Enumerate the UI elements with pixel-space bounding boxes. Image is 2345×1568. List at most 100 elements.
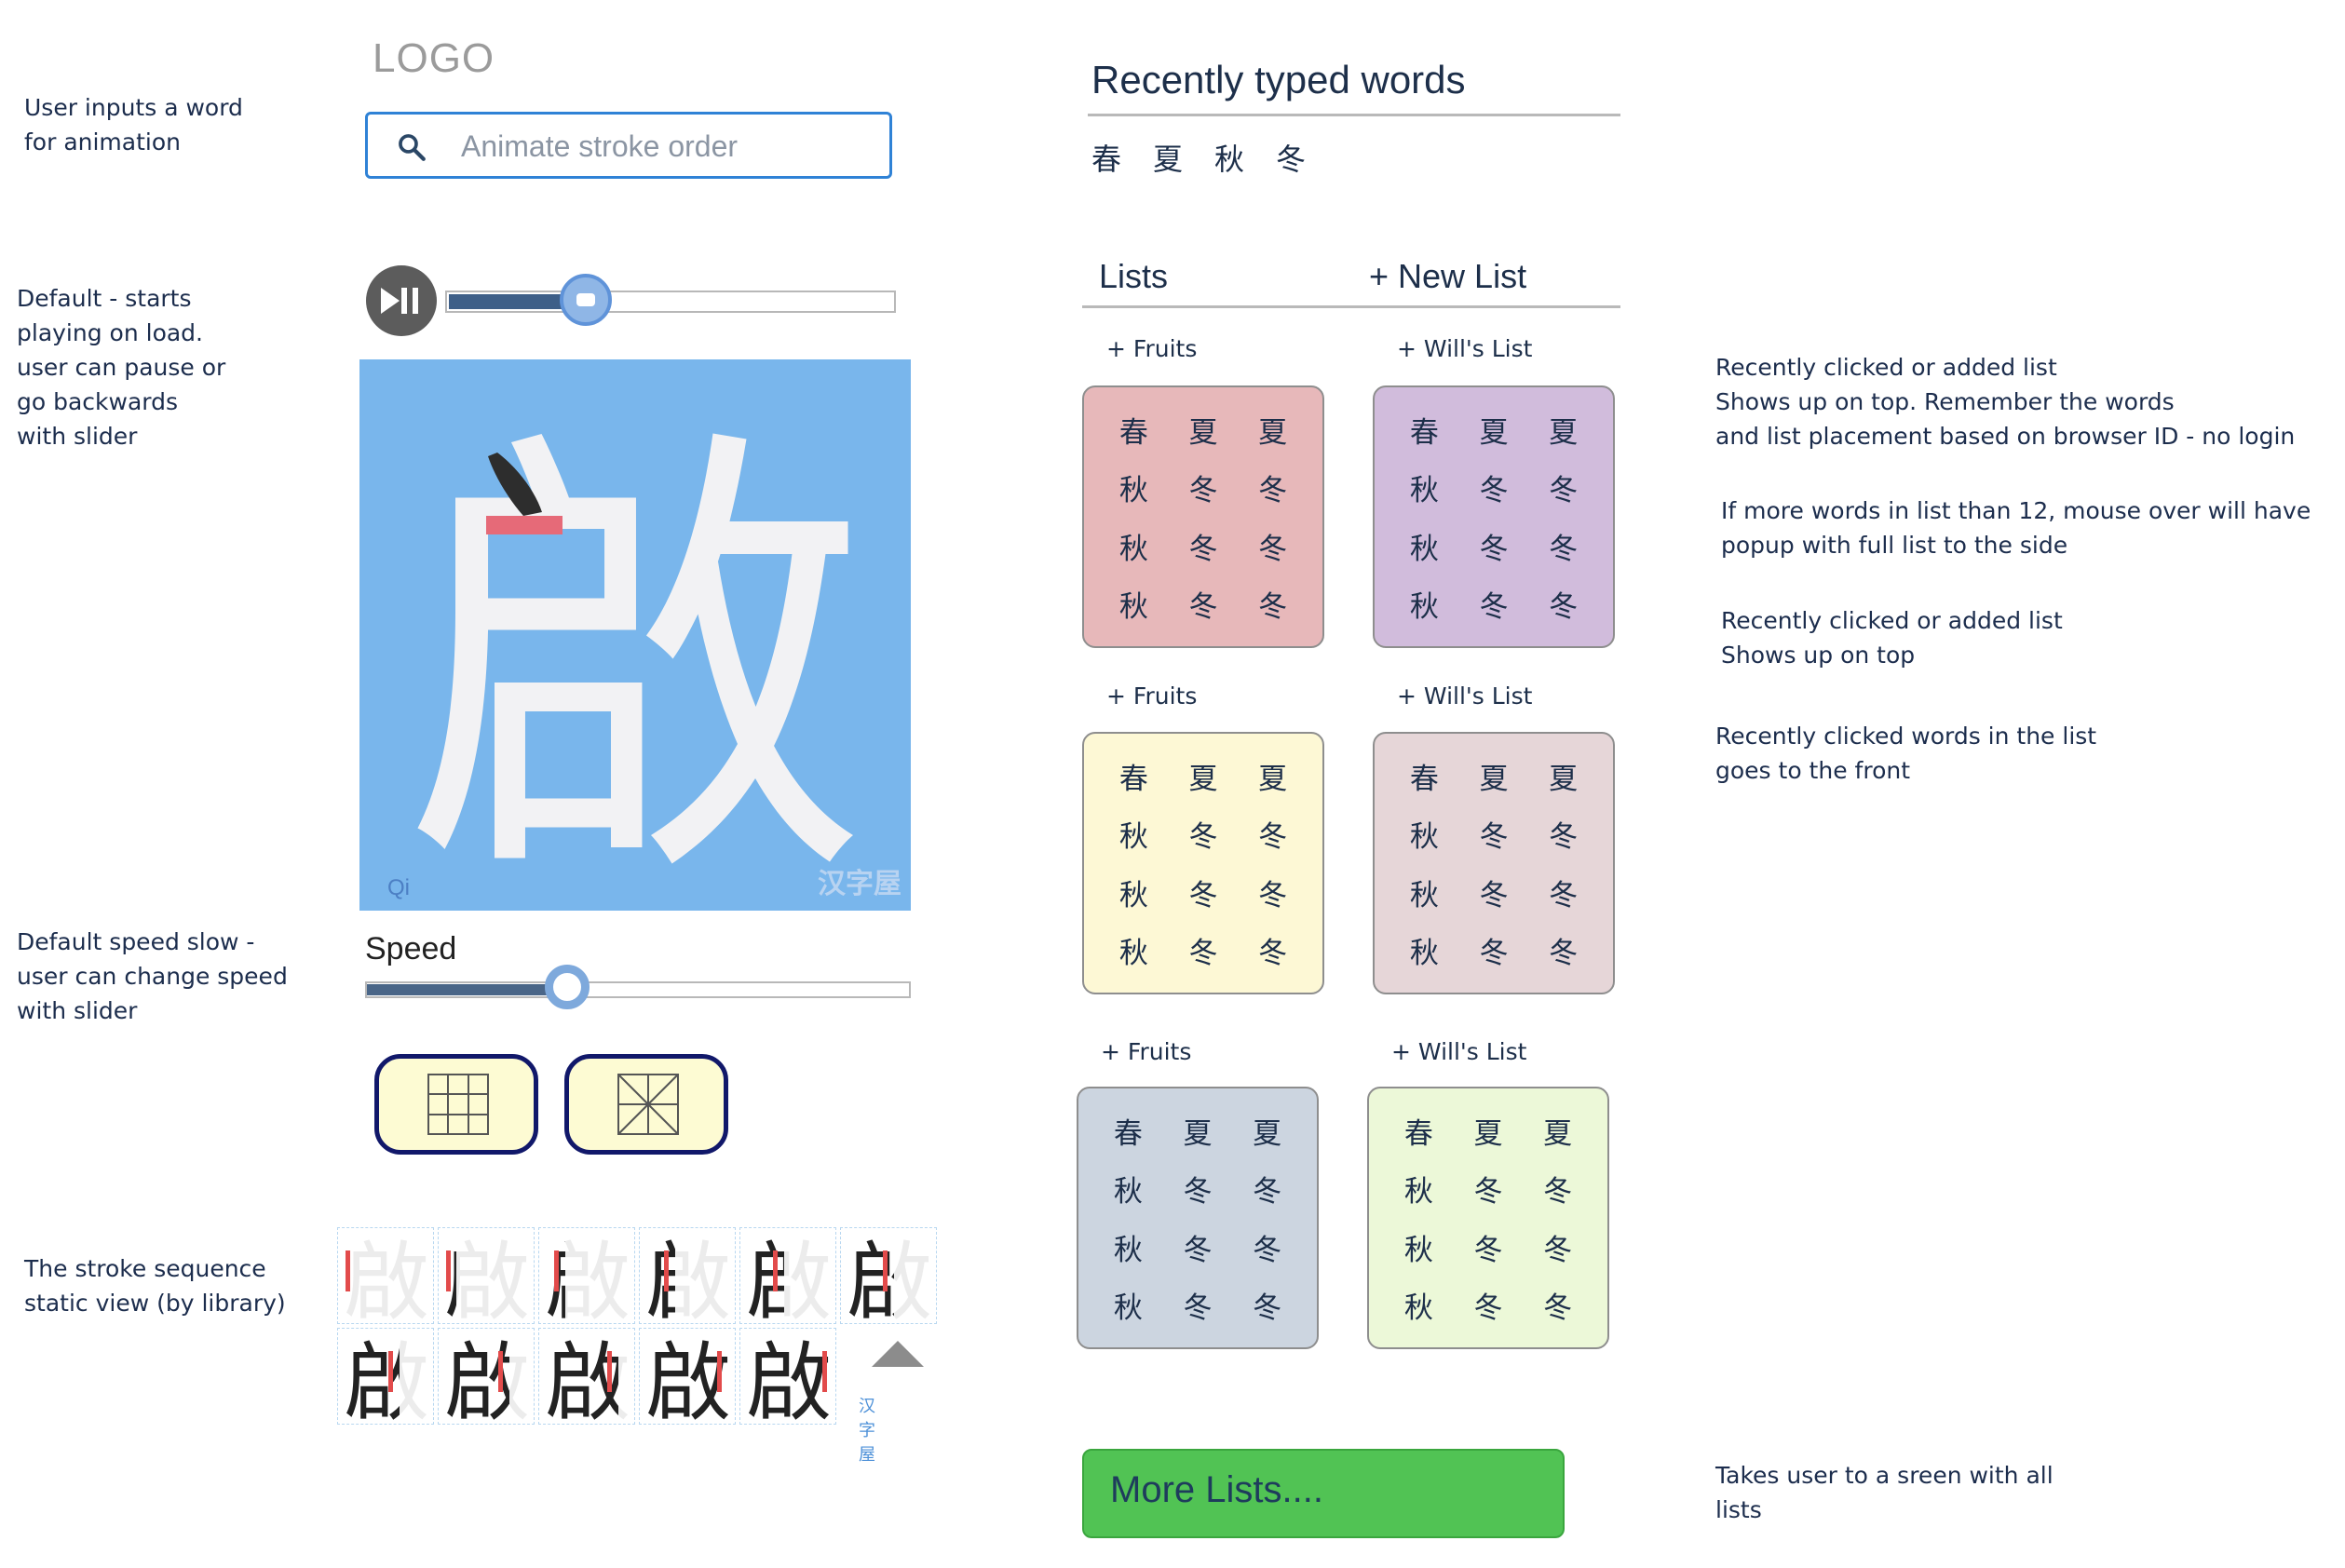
list-word[interactable]: 冬 xyxy=(1169,459,1239,518)
list-word[interactable]: 冬 xyxy=(1163,1160,1233,1219)
playback-slider-knob[interactable] xyxy=(559,274,612,326)
list-word[interactable]: 冬 xyxy=(1169,575,1239,634)
list-word[interactable]: 夏 xyxy=(1163,1102,1233,1160)
list-word[interactable]: 秋 xyxy=(1384,1160,1454,1219)
list-word[interactable]: 冬 xyxy=(1232,1277,1302,1335)
list-word[interactable]: 冬 xyxy=(1459,459,1529,518)
list-title[interactable]: + Will's List xyxy=(1397,683,1532,710)
list-word[interactable]: 夏 xyxy=(1238,747,1308,805)
list-word[interactable]: 夏 xyxy=(1169,400,1239,459)
list-title[interactable]: + Will's List xyxy=(1391,1038,1526,1065)
list-word[interactable]: 春 xyxy=(1099,747,1169,805)
list-word[interactable]: 冬 xyxy=(1163,1277,1233,1335)
list-word[interactable]: 秋 xyxy=(1099,863,1169,922)
list-word[interactable]: 秋 xyxy=(1384,1277,1454,1335)
list-word[interactable]: 冬 xyxy=(1238,575,1308,634)
list-word[interactable]: 冬 xyxy=(1459,863,1529,922)
list-word[interactable]: 秋 xyxy=(1389,922,1459,980)
list-word[interactable]: 秋 xyxy=(1099,459,1169,518)
list-word[interactable]: 冬 xyxy=(1238,922,1308,980)
list-word[interactable]: 冬 xyxy=(1454,1277,1524,1335)
list-word[interactable]: 秋 xyxy=(1389,459,1459,518)
search-input[interactable] xyxy=(459,120,873,172)
list-word[interactable]: 夏 xyxy=(1528,400,1598,459)
list-word[interactable]: 夏 xyxy=(1523,1102,1593,1160)
recent-word[interactable]: 冬 xyxy=(1276,142,1306,177)
list-word[interactable]: 秋 xyxy=(1093,1277,1163,1335)
list-title[interactable]: + Fruits xyxy=(1106,335,1197,362)
list-word[interactable]: 夏 xyxy=(1528,747,1598,805)
playback-slider[interactable] xyxy=(445,274,896,326)
list-title[interactable]: + Fruits xyxy=(1106,683,1197,710)
list-word[interactable]: 冬 xyxy=(1523,1277,1593,1335)
list-word[interactable]: 冬 xyxy=(1459,922,1529,980)
list-word[interactable]: 冬 xyxy=(1232,1218,1302,1277)
search-box[interactable] xyxy=(365,112,892,179)
recent-word[interactable]: 秋 xyxy=(1214,142,1244,177)
mi-grid-button[interactable] xyxy=(564,1054,728,1155)
list-word[interactable]: 冬 xyxy=(1169,922,1239,980)
word-list-card[interactable]: 春夏夏秋冬冬秋冬冬秋冬冬 xyxy=(1082,385,1324,648)
speed-slider-knob[interactable] xyxy=(545,965,590,1009)
list-word[interactable]: 秋 xyxy=(1389,863,1459,922)
list-word[interactable]: 春 xyxy=(1384,1102,1454,1160)
list-word[interactable]: 春 xyxy=(1093,1102,1163,1160)
list-word[interactable]: 冬 xyxy=(1169,863,1239,922)
list-word[interactable]: 冬 xyxy=(1169,805,1239,864)
recent-words-title: Recently typed words xyxy=(1091,58,1466,101)
list-word[interactable]: 冬 xyxy=(1238,863,1308,922)
list-word[interactable]: 秋 xyxy=(1389,517,1459,575)
list-word[interactable]: 秋 xyxy=(1389,575,1459,634)
speed-slider[interactable] xyxy=(365,965,911,1009)
play-pause-button[interactable] xyxy=(366,265,437,336)
list-word[interactable]: 冬 xyxy=(1454,1160,1524,1219)
list-word[interactable]: 秋 xyxy=(1384,1218,1454,1277)
list-word[interactable]: 冬 xyxy=(1523,1160,1593,1219)
list-word[interactable]: 冬 xyxy=(1528,517,1598,575)
grid-3x3-button[interactable] xyxy=(374,1054,538,1155)
list-word[interactable]: 夏 xyxy=(1232,1102,1302,1160)
list-word[interactable]: 冬 xyxy=(1163,1218,1233,1277)
list-title[interactable]: + Fruits xyxy=(1101,1038,1191,1065)
word-list-card[interactable]: 春夏夏秋冬冬秋冬冬秋冬冬 xyxy=(1373,732,1615,994)
list-word[interactable]: 冬 xyxy=(1528,575,1598,634)
list-word[interactable]: 秋 xyxy=(1093,1218,1163,1277)
list-word[interactable]: 夏 xyxy=(1459,400,1529,459)
list-word[interactable]: 夏 xyxy=(1238,400,1308,459)
list-word[interactable]: 秋 xyxy=(1099,517,1169,575)
list-word[interactable]: 夏 xyxy=(1169,747,1239,805)
word-list-card[interactable]: 春夏夏秋冬冬秋冬冬秋冬冬 xyxy=(1082,732,1324,994)
list-word[interactable]: 冬 xyxy=(1528,863,1598,922)
list-word[interactable]: 冬 xyxy=(1459,575,1529,634)
list-word[interactable]: 冬 xyxy=(1459,805,1529,864)
list-word[interactable]: 春 xyxy=(1389,747,1459,805)
recent-word[interactable]: 夏 xyxy=(1153,142,1183,177)
word-list-card[interactable]: 春夏夏秋冬冬秋冬冬秋冬冬 xyxy=(1077,1087,1319,1349)
list-word[interactable]: 冬 xyxy=(1528,459,1598,518)
list-word[interactable]: 冬 xyxy=(1459,517,1529,575)
word-list-card[interactable]: 春夏夏秋冬冬秋冬冬秋冬冬 xyxy=(1373,385,1615,648)
list-word[interactable]: 夏 xyxy=(1459,747,1529,805)
list-word[interactable]: 冬 xyxy=(1523,1218,1593,1277)
list-word[interactable]: 冬 xyxy=(1528,922,1598,980)
list-word[interactable]: 冬 xyxy=(1238,459,1308,518)
list-word[interactable]: 冬 xyxy=(1454,1218,1524,1277)
list-word[interactable]: 冬 xyxy=(1238,517,1308,575)
word-list-card[interactable]: 春夏夏秋冬冬秋冬冬秋冬冬 xyxy=(1367,1087,1609,1349)
new-list-button[interactable]: + New List xyxy=(1369,257,1526,296)
list-word[interactable]: 秋 xyxy=(1099,922,1169,980)
list-word[interactable]: 夏 xyxy=(1454,1102,1524,1160)
list-title[interactable]: + Will's List xyxy=(1397,335,1532,362)
list-word[interactable]: 冬 xyxy=(1238,805,1308,864)
list-word[interactable]: 秋 xyxy=(1099,575,1169,634)
list-word[interactable]: 春 xyxy=(1389,400,1459,459)
list-word[interactable]: 秋 xyxy=(1389,805,1459,864)
list-word[interactable]: 冬 xyxy=(1232,1160,1302,1219)
more-lists-button[interactable]: More Lists.... xyxy=(1082,1449,1565,1538)
list-word[interactable]: 秋 xyxy=(1093,1160,1163,1219)
list-word[interactable]: 冬 xyxy=(1169,517,1239,575)
list-word[interactable]: 秋 xyxy=(1099,805,1169,864)
recent-word[interactable]: 春 xyxy=(1091,142,1121,177)
list-word[interactable]: 春 xyxy=(1099,400,1169,459)
list-word[interactable]: 冬 xyxy=(1528,805,1598,864)
